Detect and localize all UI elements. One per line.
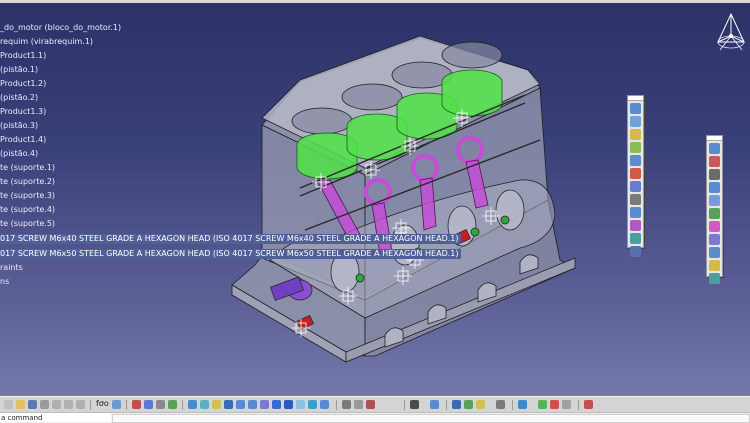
tree-item[interactable]: raints bbox=[0, 263, 23, 273]
snap-icon[interactable] bbox=[630, 116, 641, 127]
change-constraint-icon[interactable] bbox=[709, 247, 720, 258]
toolbar-separator bbox=[182, 400, 183, 410]
tree-item[interactable]: te (suporte.3) bbox=[0, 191, 55, 201]
toolbar-separator bbox=[446, 400, 447, 410]
tree-item[interactable]: Product1.1) bbox=[0, 51, 46, 61]
assembly-toolbar bbox=[627, 95, 644, 257]
tree-item[interactable]: _do_motor (bloco_do_motor.1) bbox=[0, 23, 121, 33]
flexible-icon[interactable] bbox=[709, 234, 720, 245]
tree-item[interactable]: Product1.3) bbox=[0, 107, 46, 117]
product-structure-icon[interactable] bbox=[452, 400, 461, 409]
measure-icon[interactable] bbox=[630, 194, 641, 205]
section-icon[interactable] bbox=[630, 181, 641, 192]
clash-analysis-icon[interactable] bbox=[538, 400, 547, 409]
undo-icon[interactable] bbox=[132, 400, 141, 409]
catalog-icon[interactable] bbox=[630, 246, 641, 257]
save-icon[interactable] bbox=[28, 400, 37, 409]
angle-icon[interactable] bbox=[709, 195, 720, 206]
knowledge-icon[interactable] bbox=[430, 400, 439, 409]
catalog-browser-icon[interactable] bbox=[410, 400, 419, 409]
toolbar-grip[interactable] bbox=[628, 96, 643, 101]
tree-item[interactable]: te (suporte.4) bbox=[0, 205, 55, 215]
paste-icon[interactable] bbox=[76, 400, 85, 409]
normal-view-icon[interactable] bbox=[260, 400, 269, 409]
cut-icon[interactable] bbox=[52, 400, 61, 409]
toolbar-grip[interactable] bbox=[707, 136, 722, 141]
reuse-pattern-icon[interactable] bbox=[709, 260, 720, 271]
command-bar bbox=[0, 412, 750, 423]
update-icon[interactable] bbox=[709, 273, 720, 284]
bill-of-material-icon[interactable] bbox=[630, 220, 641, 231]
assembly-constraint-icon[interactable] bbox=[630, 103, 641, 114]
generate-numbering-icon[interactable] bbox=[464, 400, 473, 409]
measure-item-icon[interactable] bbox=[354, 400, 363, 409]
new-icon[interactable] bbox=[4, 400, 13, 409]
redo-icon[interactable] bbox=[144, 400, 153, 409]
toolbar-separator bbox=[126, 400, 127, 410]
tree-item[interactable]: te (suporte.2) bbox=[0, 177, 55, 187]
render-style-icon[interactable] bbox=[284, 400, 293, 409]
scene-icon[interactable] bbox=[630, 233, 641, 244]
tree-item[interactable]: Product1.4) bbox=[0, 135, 46, 145]
scenes-icon[interactable] bbox=[584, 400, 593, 409]
zoom-in-icon[interactable] bbox=[236, 400, 245, 409]
clash-icon[interactable] bbox=[630, 168, 641, 179]
copy-icon[interactable] bbox=[64, 400, 73, 409]
tree-expand-icon[interactable] bbox=[168, 400, 177, 409]
tree-item[interactable]: (pistão.4) bbox=[0, 149, 38, 159]
compass-icon[interactable] bbox=[714, 12, 748, 52]
manipulation-icon[interactable] bbox=[630, 129, 641, 140]
measure-between-icon[interactable] bbox=[342, 400, 351, 409]
fly-mode-icon[interactable] bbox=[188, 400, 197, 409]
apply-material-icon[interactable] bbox=[320, 400, 329, 409]
toolbar-separator bbox=[404, 400, 405, 410]
fit-all-icon[interactable] bbox=[200, 400, 209, 409]
toolbar-separator bbox=[512, 400, 513, 410]
tree-item[interactable]: requim (virabrequim.1) bbox=[0, 37, 93, 47]
quick-constraint-icon[interactable] bbox=[709, 221, 720, 232]
bottom-toolbar: fσo bbox=[0, 396, 750, 413]
compare-icon[interactable] bbox=[562, 400, 571, 409]
formula-button[interactable]: fσo bbox=[96, 399, 109, 408]
command-input[interactable] bbox=[0, 413, 111, 422]
tree-item[interactable]: (pistão.2) bbox=[0, 93, 38, 103]
distance-icon[interactable] bbox=[550, 400, 559, 409]
tree-item[interactable]: te (suporte.5) bbox=[0, 219, 55, 229]
tree-item[interactable]: (pistão.1) bbox=[0, 65, 38, 75]
tree-item[interactable]: te (suporte.1) bbox=[0, 163, 55, 173]
manage-representations-icon[interactable] bbox=[476, 400, 485, 409]
rotate-icon[interactable] bbox=[224, 400, 233, 409]
constraint-toolbar bbox=[706, 135, 723, 284]
sectioning-icon[interactable] bbox=[518, 400, 527, 409]
contact-icon[interactable] bbox=[709, 169, 720, 180]
multi-instantiation-icon[interactable] bbox=[496, 400, 505, 409]
tree-item[interactable]: Product1.2) bbox=[0, 79, 46, 89]
explode-icon[interactable] bbox=[630, 142, 641, 153]
tree-item-selected[interactable]: 017 SCREW M6x50 STEEL GRADE A HEXAGON HE… bbox=[0, 249, 461, 259]
engine-block[interactable] bbox=[231, 35, 576, 363]
open-icon[interactable] bbox=[16, 400, 25, 409]
insert-component-icon[interactable] bbox=[630, 207, 641, 218]
views-icon[interactable] bbox=[272, 400, 281, 409]
tree-item[interactable]: (pistão.3) bbox=[0, 121, 38, 131]
swap-visible-space-icon[interactable] bbox=[308, 400, 317, 409]
smart-move-icon[interactable] bbox=[630, 155, 641, 166]
hide-show-icon[interactable] bbox=[296, 400, 305, 409]
toolbar-separator bbox=[90, 400, 91, 410]
comment-icon[interactable] bbox=[112, 400, 121, 409]
toolbar-separator bbox=[578, 400, 579, 410]
select-icon[interactable] bbox=[156, 400, 165, 409]
tree-item[interactable]: ns bbox=[0, 277, 9, 287]
tree-item-selected[interactable]: 017 SCREW M6x40 STEEL GRADE A HEXAGON HE… bbox=[0, 234, 461, 244]
measure-inertia-icon[interactable] bbox=[366, 400, 375, 409]
toolbar-separator bbox=[336, 400, 337, 410]
zoom-out-icon[interactable] bbox=[248, 400, 257, 409]
offset-icon[interactable] bbox=[709, 182, 720, 193]
fix-icon[interactable] bbox=[709, 143, 720, 154]
fix-together-icon[interactable] bbox=[709, 208, 720, 219]
pan-icon[interactable] bbox=[212, 400, 221, 409]
coincidence-icon[interactable] bbox=[709, 156, 720, 167]
print-icon[interactable] bbox=[40, 400, 49, 409]
